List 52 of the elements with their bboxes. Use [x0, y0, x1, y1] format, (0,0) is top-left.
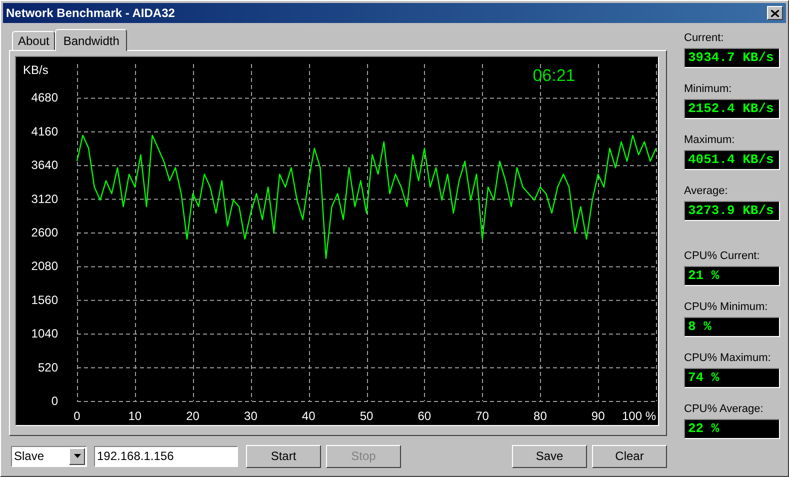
stat-value: 21 %	[684, 266, 780, 286]
x-tick-label: 30	[244, 409, 258, 423]
tab[interactable]: About	[12, 31, 56, 50]
y-tick-label: 4680	[31, 90, 58, 105]
y-tick-label: 1040	[31, 326, 58, 341]
window-title: Network Benchmark - AIDA32	[6, 5, 175, 22]
x-tick-label: 20	[186, 409, 200, 423]
tab[interactable]: Bandwidth	[55, 29, 128, 51]
y-tick-label: 3120	[31, 192, 58, 206]
x-tick-label: 10	[128, 409, 142, 423]
y-tick-label: 2080	[31, 259, 58, 274]
stat-value: 3273.9 KB/s	[684, 201, 780, 221]
stat-value: 3934.7 KB/s	[684, 48, 780, 68]
close-icon	[771, 10, 779, 16]
stat-label: CPU% Current:	[684, 249, 761, 263]
y-tick-label: 520	[38, 360, 58, 374]
address-field[interactable]: 192.168.1.156	[94, 446, 238, 466]
y-tick-label: 3640	[31, 158, 58, 172]
y-tick-label: 1560	[31, 292, 58, 307]
x-tick-label: 40	[302, 409, 316, 423]
mode-dropdown[interactable]: Slave	[11, 446, 87, 466]
x-tick-label: 90	[591, 409, 605, 423]
x-tick-label: 0	[74, 409, 80, 423]
stat-value: 4051.4 KB/s	[684, 150, 780, 170]
stat-value: 8 %	[684, 317, 780, 337]
stat-label: CPU% Minimum:	[684, 300, 769, 314]
close-button[interactable]	[767, 6, 783, 20]
stat-label: Current:	[684, 31, 725, 45]
dropdown-value: Slave	[13, 448, 44, 465]
axis-unit-label: KB/s	[23, 63, 48, 77]
action-button[interactable]: Start	[246, 444, 321, 468]
dropdown-arrow-button[interactable]	[69, 448, 85, 464]
caret-icon	[74, 454, 80, 458]
action-button[interactable]: Save	[512, 444, 587, 468]
y-tick-label: 2600	[31, 226, 58, 240]
x-tick-label: 50	[360, 409, 374, 423]
stat-label: Average:	[684, 184, 729, 198]
stat-value: 22 %	[684, 419, 780, 439]
stat-label: Maximum:	[684, 133, 736, 147]
stat-label: Minimum:	[684, 82, 733, 96]
x-tick-label: 100 %	[622, 409, 656, 423]
timer-text: 06:21	[532, 66, 576, 85]
x-tick-label: 60	[418, 409, 432, 423]
stat-value: 2152.4 KB/s	[684, 99, 780, 119]
action-button[interactable]: Clear	[592, 444, 667, 468]
stat-value: 74 %	[684, 368, 780, 388]
y-tick-label: 0	[51, 394, 58, 408]
x-tick-label: 70	[476, 409, 489, 423]
stat-label: CPU% Average:	[684, 402, 764, 416]
y-tick-label: 4160	[31, 124, 58, 138]
stat-label: CPU% Maximum:	[684, 351, 772, 365]
x-tick-label: 80	[534, 409, 547, 423]
